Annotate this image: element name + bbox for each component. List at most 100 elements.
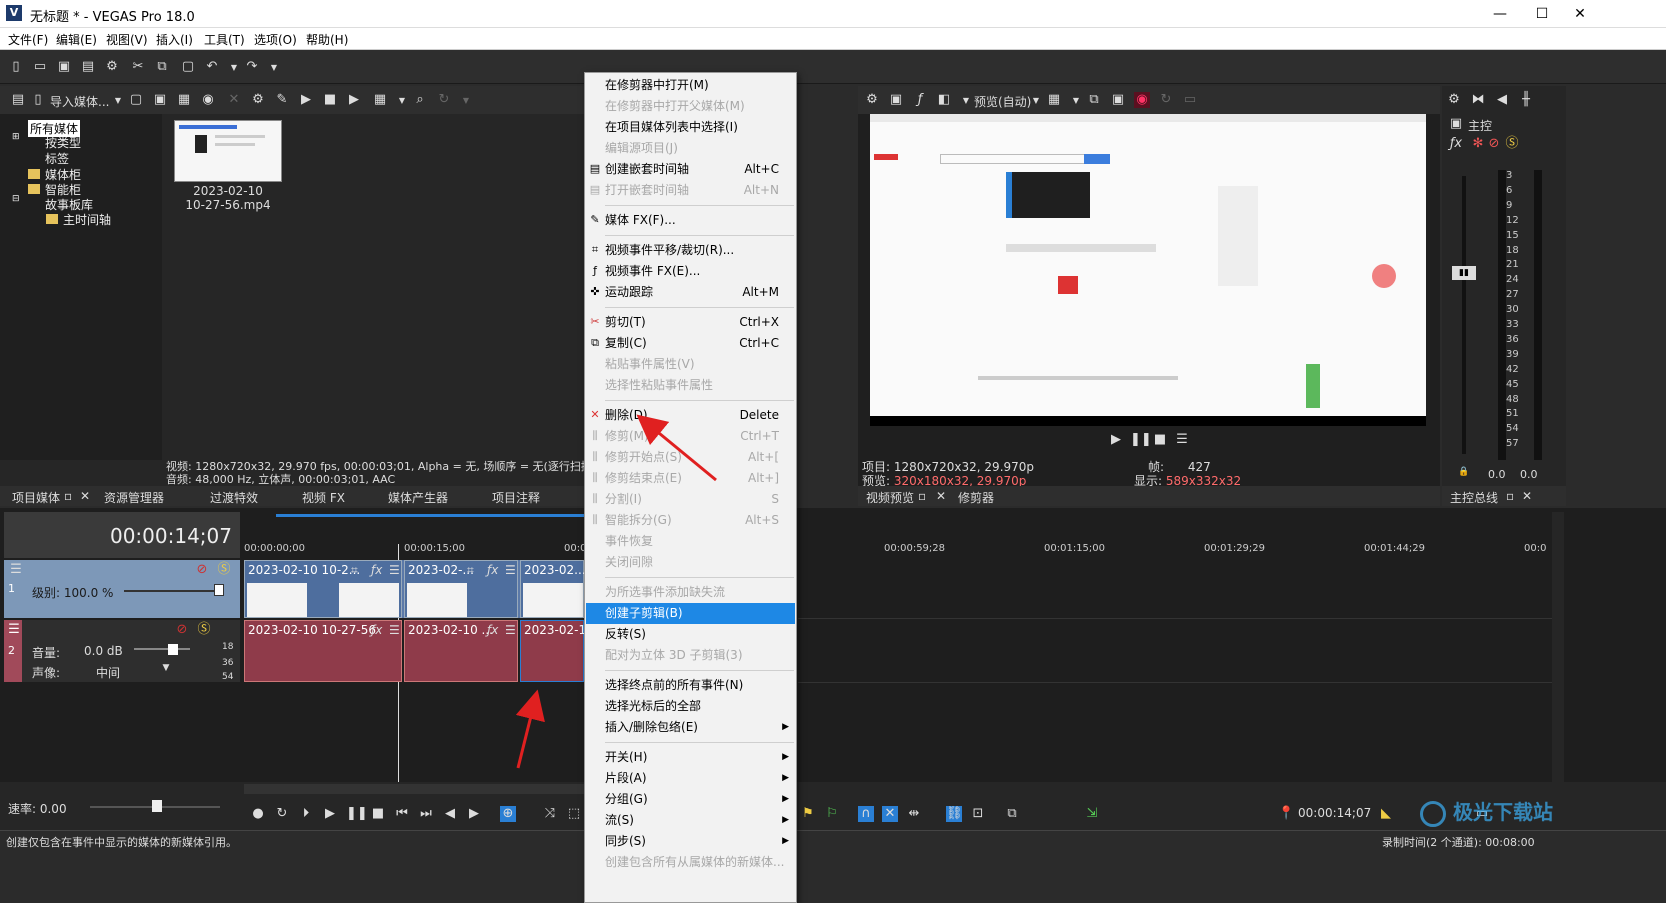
mixer-icon[interactable]: ╫ bbox=[1518, 92, 1534, 108]
tab-trimmer[interactable]: 修剪器 bbox=[958, 489, 994, 506]
video-event[interactable]: 2023-02-... ⌗ ƒx ☰ bbox=[404, 560, 518, 618]
context-menu-item[interactable]: 事件恢复 bbox=[586, 531, 795, 552]
marker-icon[interactable]: ⚑ bbox=[800, 806, 816, 822]
master-fader-handle[interactable]: ▮▮ bbox=[1452, 266, 1476, 280]
save-as-icon[interactable]: ▤ bbox=[80, 59, 96, 75]
video-fx-icon[interactable]: ƒ bbox=[912, 92, 928, 108]
master-solo-icon[interactable]: Ⓢ bbox=[1504, 136, 1520, 152]
track2-volume-handle[interactable] bbox=[168, 644, 178, 655]
tab-media-generators[interactable]: 媒体产生器 bbox=[388, 489, 448, 506]
fx-icon[interactable]: ƒx bbox=[487, 623, 498, 637]
save-snapshot-icon[interactable]: ▣ bbox=[1110, 92, 1126, 108]
lock-icon[interactable]: 🔒 bbox=[1456, 464, 1472, 480]
record-icon[interactable]: ● bbox=[250, 806, 266, 822]
context-menu-item[interactable]: 粘贴事件属性(V) bbox=[586, 354, 795, 375]
menu-edit[interactable]: 编辑(E) bbox=[56, 31, 97, 48]
tab-video-fx[interactable]: 视频 FX bbox=[302, 489, 345, 506]
tree-item-by-type[interactable]: 按类型 bbox=[45, 134, 81, 151]
lock-envelopes-icon[interactable]: ⛓ bbox=[946, 806, 963, 822]
tab-video-preview[interactable]: 视频预览 bbox=[866, 489, 914, 506]
context-menu-item[interactable]: ⫼ 修剪结束点(E) Alt+] bbox=[586, 468, 795, 489]
video-event[interactable]: 2023-02-10 10-2... ⌗ ƒx ☰ bbox=[244, 560, 402, 618]
context-menu-item[interactable]: ⫼ 分割(I) S bbox=[586, 489, 795, 510]
preview-quality-select[interactable]: 预览(自动) bbox=[974, 93, 1031, 110]
tree-item-main-timeline[interactable]: 主时间轴 bbox=[63, 211, 111, 228]
loop-region-bar[interactable] bbox=[276, 514, 586, 517]
context-menu-item[interactable]: ✕ 删除(D) Delete bbox=[586, 405, 795, 426]
track1-level-handle[interactable] bbox=[214, 584, 224, 596]
track2-volume-slider[interactable] bbox=[134, 648, 190, 650]
event-menu-icon[interactable]: ☰ bbox=[505, 563, 516, 577]
downmix-icon[interactable]: ⧓ bbox=[1470, 92, 1486, 108]
copy-icon[interactable]: ⧉ bbox=[154, 59, 170, 75]
preview-settings-icon[interactable]: ⚙ bbox=[864, 92, 880, 108]
audio-event-selected[interactable]: 2023-02-10 bbox=[520, 620, 594, 682]
menu-options[interactable]: 选项(O) bbox=[254, 31, 297, 48]
copy-snapshot-icon[interactable]: ⧉ bbox=[1086, 92, 1102, 108]
track2-header[interactable]: ☰ 2 ⊘ Ⓢ 音量: 0.0 dB 声像: 中间 ▼ 18 36 54 bbox=[4, 620, 240, 682]
context-menu-item[interactable]: 创建子剪辑(B) bbox=[586, 603, 795, 624]
import-media-icon[interactable]: ▯ bbox=[30, 92, 46, 108]
context-menu-item[interactable]: 在修剪器中打开(M) bbox=[586, 75, 795, 96]
tab-dock-icon[interactable]: ▫ bbox=[1506, 489, 1514, 503]
selection-tool-icon[interactable]: ⬚ bbox=[566, 806, 582, 822]
import-media-button[interactable]: 导入媒体... bbox=[50, 93, 109, 110]
context-menu-item[interactable]: ✎ 媒体 FX(F)... bbox=[586, 210, 795, 231]
tab-close-icon[interactable]: ✕ bbox=[80, 489, 90, 503]
preview-pause-icon[interactable]: ❚❚ bbox=[1130, 432, 1152, 448]
context-menu-item[interactable]: 同步(S) ▶ bbox=[586, 831, 795, 852]
views-dropdown-icon[interactable]: ▼ bbox=[394, 93, 410, 109]
auto-crossfade-icon[interactable]: ✕ bbox=[882, 806, 898, 822]
context-menu-item[interactable]: ▤ 打开嵌套时间轴 Alt+N bbox=[586, 180, 795, 201]
context-menu-item[interactable]: 反转(S) bbox=[586, 624, 795, 645]
normal-edit-tool-icon[interactable]: ⊕ bbox=[500, 806, 516, 822]
zoom-icon[interactable]: ⌕ bbox=[412, 92, 428, 108]
context-menu-item[interactable]: 在修剪器中打开父媒体(M) bbox=[586, 96, 795, 117]
menu-help[interactable]: 帮助(H) bbox=[306, 31, 348, 48]
event-menu-icon[interactable]: ☰ bbox=[389, 623, 400, 637]
crop-icon[interactable]: ⌗ bbox=[351, 563, 358, 578]
play-icon[interactable]: ▶ bbox=[322, 806, 338, 822]
track1-header[interactable]: ☰ 1 ⊘ Ⓢ 级别: 100.0 % bbox=[4, 560, 240, 618]
get-media-icon[interactable]: ▣ bbox=[152, 92, 168, 108]
redo-icon[interactable]: ↷ bbox=[244, 59, 260, 75]
track2-solo-icon[interactable]: Ⓢ bbox=[196, 622, 212, 638]
preview-play-icon[interactable]: ▶ bbox=[1108, 432, 1124, 448]
menu-view[interactable]: 视图(V) bbox=[106, 31, 148, 48]
properties-icon[interactable]: ⚙ bbox=[104, 59, 120, 75]
play-media-icon[interactable]: ▶ bbox=[298, 92, 314, 108]
rate-handle[interactable] bbox=[152, 800, 162, 812]
pan-handle-icon[interactable]: ▼ bbox=[158, 660, 174, 676]
split-screen-icon[interactable]: ◧ bbox=[936, 92, 952, 108]
fx-icon[interactable]: ƒx bbox=[371, 623, 382, 637]
master-automation-icon[interactable]: ✻ bbox=[1470, 136, 1486, 152]
trim-tool-icon[interactable]: ⇲ bbox=[1084, 806, 1100, 822]
snapping-icon[interactable]: ∩ bbox=[858, 806, 874, 822]
context-menu-item[interactable]: ⌗ 视频事件平移/裁切(R)... bbox=[586, 240, 795, 261]
refresh-dropdown-icon[interactable]: ▼ bbox=[458, 93, 474, 109]
save-icon[interactable]: ▣ bbox=[56, 59, 72, 75]
menu-tools[interactable]: 工具(T) bbox=[204, 31, 245, 48]
timeline-ruler[interactable]: 00:00:00;00 00:00:15;00 00:0 00:00:59;28… bbox=[244, 543, 1554, 557]
close-button[interactable]: ✕ bbox=[1560, 3, 1600, 25]
track-menu-icon[interactable]: ☰ bbox=[6, 622, 22, 638]
context-menu-item[interactable]: 在项目媒体列表中选择(I) bbox=[586, 117, 795, 138]
master-checkbox-icon[interactable]: ▣ bbox=[1448, 116, 1464, 132]
context-menu-item[interactable]: ⧉ 复制(C) Ctrl+C bbox=[586, 333, 795, 354]
overlays-dropdown-icon[interactable]: ▼ bbox=[1068, 93, 1084, 109]
media-thumbnail[interactable] bbox=[174, 120, 282, 182]
overlays-icon[interactable]: ▦ bbox=[1046, 92, 1062, 108]
pause-icon[interactable]: ❚❚ bbox=[346, 806, 368, 822]
play-from-start-icon[interactable]: ⏵ bbox=[298, 806, 314, 822]
tree-item-tags[interactable]: 标签 bbox=[45, 150, 69, 167]
timeline-vertical-scrollbar[interactable] bbox=[1552, 512, 1564, 782]
new-icon[interactable]: ▯ bbox=[8, 59, 24, 75]
cut-icon[interactable]: ✂ bbox=[130, 59, 146, 75]
quality-dropdown-icon[interactable]: ▼ bbox=[1028, 93, 1044, 109]
context-menu-item[interactable]: ✂ 剪切(T) Ctrl+X bbox=[586, 312, 795, 333]
event-menu-icon[interactable]: ☰ bbox=[389, 563, 400, 577]
context-menu-item[interactable]: ✜ 运动跟踪 Alt+M bbox=[586, 282, 795, 303]
go-to-start-icon[interactable]: ⏮ bbox=[394, 806, 410, 822]
paste-icon[interactable]: ▢ bbox=[180, 59, 196, 75]
media-views-icon[interactable]: ▤ bbox=[10, 92, 26, 108]
